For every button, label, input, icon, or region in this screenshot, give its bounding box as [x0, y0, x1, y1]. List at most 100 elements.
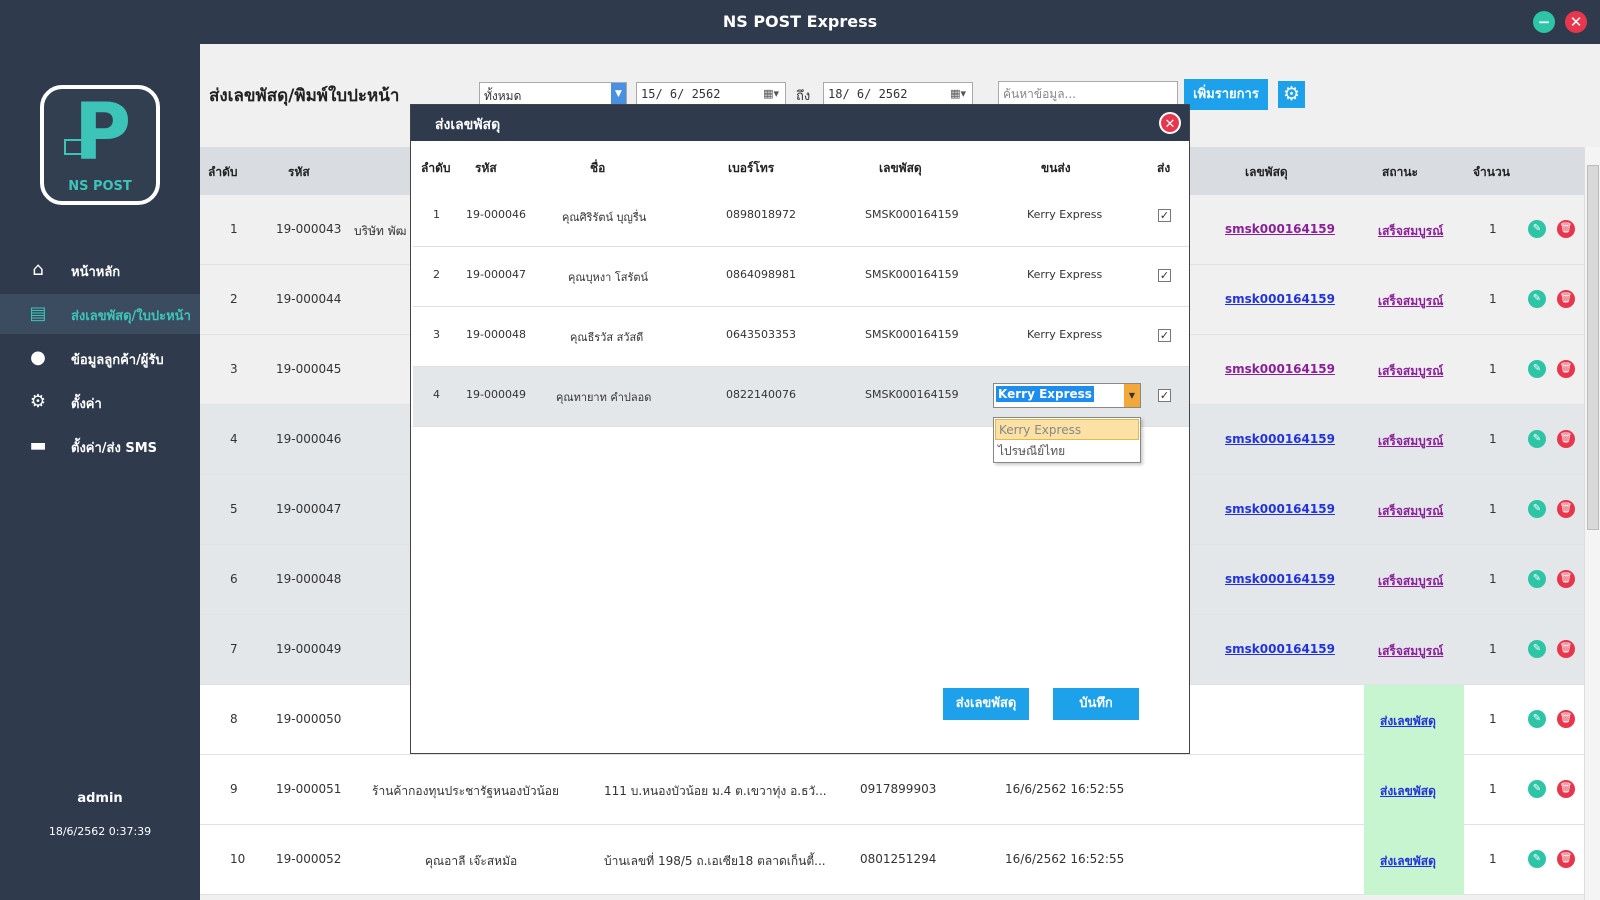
add-item-button[interactable]: เพิ่มรายการ [1184, 79, 1268, 110]
date-to-picker[interactable]: 18/ 6/ 2562 ▦▾ [823, 82, 973, 106]
row-carrier[interactable]: Kerry Express [1027, 208, 1102, 221]
to-label: ถึง [796, 89, 811, 104]
sidebar-item-tracking[interactable]: ▤ ส่งเลขพัสดุ/ใบปะหน้า [0, 294, 200, 334]
tracking-link[interactable]: smsk000164159 [1225, 432, 1335, 446]
trash-icon[interactable]: 🗑 [1557, 500, 1575, 518]
trash-icon[interactable]: 🗑 [1557, 430, 1575, 448]
edit-icon[interactable]: ✎ [1528, 360, 1546, 378]
table-row[interactable]: 9 19-000051 ร้านค้ากองทุนประชารัฐหนองบัว… [200, 755, 1585, 825]
row-tracking: SMSK000164159 [865, 388, 959, 401]
tracking-link[interactable]: smsk000164159 [1225, 502, 1335, 516]
send-checkbox[interactable]: ✓ [1158, 329, 1171, 342]
trash-icon[interactable]: 🗑 [1557, 710, 1575, 728]
row-phone: 0898018972 [726, 208, 796, 221]
row-number: 8 [230, 712, 238, 726]
row-code: 19-000045 [276, 362, 342, 376]
trash-icon[interactable]: 🗑 [1557, 220, 1575, 238]
send-tracking-button[interactable]: ส่งเลขพัสดุ [943, 688, 1029, 720]
table-row[interactable]: 10 19-000052 คุณอาลี เจ๊ะสหมัอ บ้านเลขที… [200, 825, 1585, 895]
minimize-button[interactable]: − [1533, 11, 1555, 33]
row-code: 19-000046 [466, 208, 526, 221]
user-name: admin [77, 791, 123, 806]
carrier-selected-value: Kerry Express [996, 386, 1094, 402]
sidebar-item-customers[interactable]: ● ข้อมูลลูกค้า/ผู้รับ [0, 338, 200, 378]
carrier-select[interactable]: Kerry Express ▼ [993, 383, 1141, 408]
trash-icon[interactable]: 🗑 [1557, 570, 1575, 588]
trash-icon[interactable]: 🗑 [1557, 290, 1575, 308]
tracking-link[interactable]: smsk000164159 [1225, 572, 1335, 586]
dialog-row[interactable]: 3 19-000048 คุณธีรวัส สวัสดี 0643503353 … [413, 307, 1189, 367]
sidebar-item-home[interactable]: ⌂ หน้าหลัก [0, 250, 200, 290]
dropdown-option-thaipost[interactable]: ไปรษณีย์ไทย [995, 441, 1139, 462]
dialog-header: ส่งเลขพัสดุ ✕ [411, 105, 1189, 141]
sidebar: P NS POST ⌂ หน้าหลัก ▤ ส่งเลขพัสดุ/ใบปะห… [0, 44, 200, 900]
status-link[interactable]: เสร็จสมบูรณ์ [1378, 432, 1443, 451]
row-qty: 1 [1489, 432, 1497, 446]
edit-icon[interactable]: ✎ [1528, 220, 1546, 238]
edit-icon[interactable]: ✎ [1528, 850, 1546, 868]
close-window-button[interactable]: ✕ [1565, 11, 1587, 33]
trash-icon[interactable]: 🗑 [1557, 640, 1575, 658]
date-from-picker[interactable]: 15/ 6/ 2562 ▦▾ [636, 82, 786, 106]
edit-icon[interactable]: ✎ [1528, 640, 1546, 658]
send-checkbox[interactable]: ✓ [1158, 209, 1171, 222]
edit-icon[interactable]: ✎ [1528, 710, 1546, 728]
calendar-icon[interactable]: ▦▾ [763, 87, 779, 100]
chevron-down-icon[interactable]: ▼ [611, 83, 626, 105]
save-button[interactable]: บันทึก [1053, 688, 1139, 720]
edit-icon[interactable]: ✎ [1528, 780, 1546, 798]
send-tracking-link[interactable]: ส่งเลขพัสดุ [1380, 712, 1436, 731]
send-checkbox[interactable]: ✓ [1158, 389, 1171, 402]
row-carrier[interactable]: Kerry Express [1027, 328, 1102, 341]
tracking-link[interactable]: smsk000164159 [1225, 292, 1335, 306]
status-link[interactable]: เสร็จสมบูรณ์ [1378, 362, 1443, 381]
edit-icon[interactable]: ✎ [1528, 290, 1546, 308]
scrollbar-thumb[interactable] [1587, 165, 1599, 530]
edit-icon[interactable]: ✎ [1528, 500, 1546, 518]
sidebar-item-settings[interactable]: ⚙ ตั้งค่า [0, 382, 200, 422]
dropdown-option-kerry[interactable]: Kerry Express [995, 419, 1139, 440]
sidebar-item-label: ตั้งค่า [71, 397, 102, 412]
sidebar-item-sms[interactable]: ▬ ตั้งค่า/ส่ง SMS [0, 426, 200, 466]
row-qty: 1 [1489, 572, 1497, 586]
row-tracking: SMSK000164159 [865, 208, 959, 221]
row-qty: 1 [1489, 642, 1497, 656]
status-link[interactable]: เสร็จสมบูรณ์ [1378, 572, 1443, 591]
status-link[interactable]: เสร็จสมบูรณ์ [1378, 502, 1443, 521]
row-phone: 0801251294 [860, 852, 937, 866]
dialog-row[interactable]: 2 19-000047 คุณบุหงา โสรัตน์ 0864098981 … [413, 247, 1189, 307]
column-header: เลขพัสดุ [879, 161, 922, 175]
row-number: 1 [230, 222, 238, 236]
column-header: เลขพัสดุ [1245, 165, 1288, 179]
trash-icon[interactable]: 🗑 [1557, 360, 1575, 378]
trash-icon[interactable]: 🗑 [1557, 780, 1575, 798]
status-link[interactable]: เสร็จสมบูรณ์ [1378, 642, 1443, 661]
edit-icon[interactable]: ✎ [1528, 430, 1546, 448]
vertical-scrollbar[interactable] [1584, 147, 1600, 900]
row-name: ร้านค้ากองทุนประชารัฐหนองบัวน้อย [372, 784, 560, 798]
row-number: 3 [433, 328, 440, 341]
tracking-link[interactable]: smsk000164159 [1225, 362, 1335, 376]
send-tracking-link[interactable]: ส่งเลขพัสดุ [1380, 782, 1436, 801]
row-number: 3 [230, 362, 238, 376]
row-carrier[interactable]: Kerry Express [1027, 268, 1102, 281]
close-icon[interactable]: ✕ [1159, 112, 1181, 134]
send-checkbox[interactable]: ✓ [1158, 269, 1171, 282]
status-link[interactable]: เสร็จสมบูรณ์ [1378, 292, 1443, 311]
status-link[interactable]: เสร็จสมบูรณ์ [1378, 222, 1443, 241]
row-number: 5 [230, 502, 238, 516]
chevron-down-icon[interactable]: ▼ [1124, 384, 1140, 407]
gear-icon[interactable]: ⚙ [1278, 81, 1305, 108]
row-qty: 1 [1489, 222, 1497, 236]
trash-icon[interactable]: 🗑 [1557, 850, 1575, 868]
row-phone: 0822140076 [726, 388, 796, 401]
carrier-dropdown-list: Kerry Express ไปรษณีย์ไทย [993, 417, 1141, 463]
calendar-icon[interactable]: ▦▾ [950, 87, 966, 100]
send-tracking-link[interactable]: ส่งเลขพัสดุ [1380, 852, 1436, 871]
tracking-link[interactable]: smsk000164159 [1225, 642, 1335, 656]
tracking-link[interactable]: smsk000164159 [1225, 222, 1335, 236]
status-filter-select[interactable]: ทั้งหมด ▼ [479, 82, 627, 106]
dialog-row[interactable]: 1 19-000046 คุณศิริรัตน์ บุญรื่น 0898018… [413, 187, 1189, 247]
date-from-value: 15/ 6/ 2562 [641, 87, 721, 101]
edit-icon[interactable]: ✎ [1528, 570, 1546, 588]
